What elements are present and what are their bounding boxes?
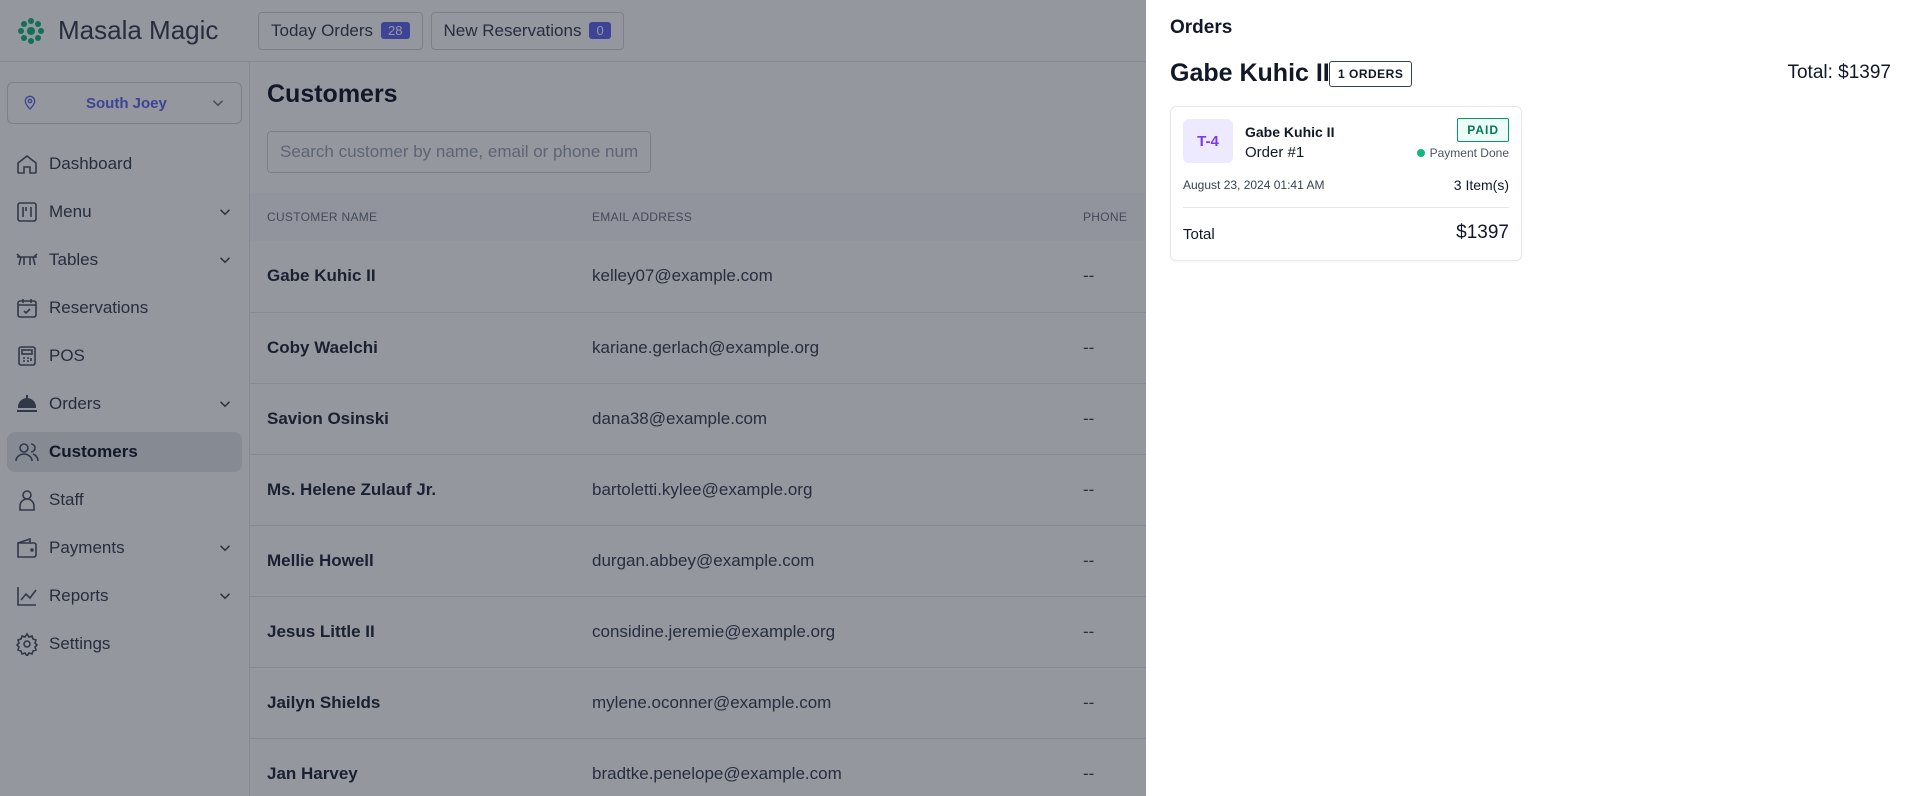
divider	[1183, 207, 1509, 208]
table-tag: T-4	[1183, 119, 1233, 163]
status-dot-icon	[1416, 149, 1425, 157]
drawer-title: Orders	[1170, 17, 1233, 38]
order-customer-name: Gabe Kuhic II	[1245, 124, 1335, 140]
order-date: August 23, 2024 01:41 AM	[1183, 178, 1325, 192]
orders-count-badge: 1 ORDERS	[1329, 61, 1413, 87]
order-items-count: 3 Item(s)	[1453, 177, 1509, 193]
payment-status: Payment Done	[1416, 146, 1509, 160]
order-card[interactable]: T-4 Gabe Kuhic II Order #1 PAID Payment …	[1170, 106, 1522, 261]
order-number: Order #1	[1245, 144, 1305, 161]
orders-drawer: Orders Gabe Kuhic II 1 ORDERS Total: $13…	[1146, 0, 1915, 796]
status-badge: PAID	[1457, 118, 1509, 142]
payment-status-text: Payment Done	[1429, 146, 1509, 160]
order-total-value: $1397	[1456, 222, 1509, 243]
drawer-total: Total: $1397	[1787, 62, 1891, 83]
drawer-backdrop[interactable]	[0, 0, 1146, 796]
drawer-customer-name: Gabe Kuhic II	[1170, 59, 1330, 87]
order-total-label: Total	[1183, 226, 1215, 243]
